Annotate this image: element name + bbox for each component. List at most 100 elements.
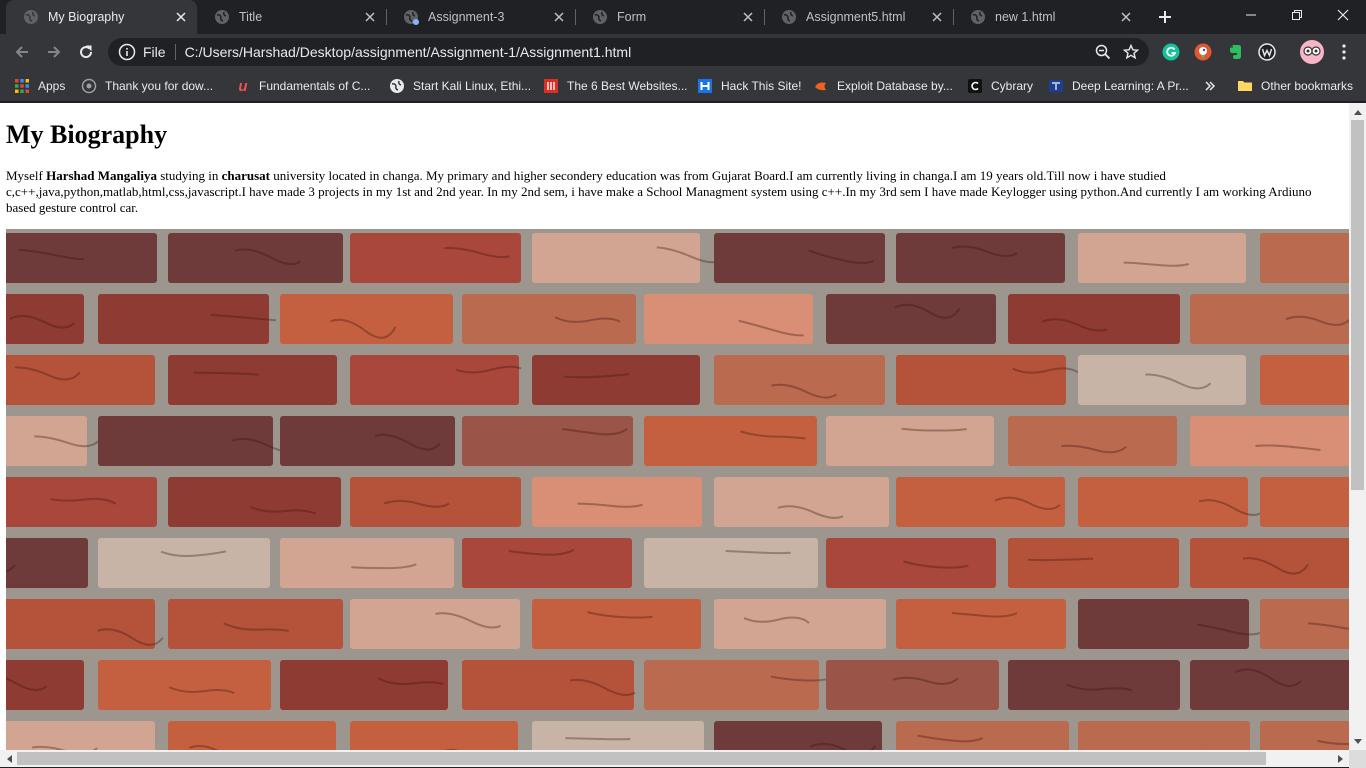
bookmark-other[interactable]: Other bookmarks <box>1237 75 1353 97</box>
brick <box>1260 233 1349 283</box>
reload-button[interactable] <box>72 38 100 66</box>
brick <box>462 416 633 466</box>
bookmark-apps[interactable]: Apps <box>14 75 65 97</box>
w-icon <box>1258 43 1276 61</box>
address-bar[interactable]: File C:/Users/Harshad/Desktop/assignment… <box>108 38 1149 66</box>
close-window-button[interactable] <box>1320 0 1366 30</box>
bookmark-best-websites[interactable]: The 6 Best Websites... <box>543 75 688 97</box>
bookmarks-overflow-button[interactable] <box>1204 75 1216 97</box>
tab-form[interactable]: Form <box>575 0 764 34</box>
close-tab-icon[interactable] <box>1118 9 1134 25</box>
minimize-button[interactable] <box>1228 0 1274 30</box>
brick <box>896 355 1066 405</box>
evernote-extension[interactable] <box>1225 42 1245 62</box>
tab-title: new 1.html <box>995 10 1056 24</box>
tab-new-1[interactable]: new 1.html <box>953 0 1142 34</box>
bookmark-cybrary[interactable]: Cybrary <box>967 75 1033 97</box>
brick <box>1078 233 1246 283</box>
brick <box>532 233 700 283</box>
bio-text: studying in <box>156 168 222 183</box>
brick <box>280 660 448 710</box>
brick <box>98 416 273 466</box>
bookmarks-bar: Apps Thank you for dow... u Fundamentals… <box>0 70 1366 102</box>
tab-title-page[interactable]: Title <box>197 0 386 34</box>
tab-assignment-3[interactable]: Assignment-3 <box>386 0 575 34</box>
page-title: My Biography <box>6 120 168 149</box>
arrow-right-icon <box>48 46 61 58</box>
arrow-left-icon <box>15 46 28 58</box>
close-tab-icon[interactable] <box>551 9 567 25</box>
bookmark-label: Hack This Site! <box>721 79 802 93</box>
apps-grid-icon <box>14 78 30 94</box>
plus-icon <box>1159 11 1171 23</box>
bookmark-label: Fundamentals of C... <box>259 79 371 93</box>
brick <box>1190 416 1349 466</box>
vertical-scroll-thumb[interactable] <box>1351 120 1364 490</box>
new-tab-button[interactable] <box>1151 3 1179 31</box>
brick <box>168 477 341 527</box>
bookmark-star-button[interactable] <box>1117 38 1145 66</box>
brick <box>644 416 817 466</box>
brick <box>1078 355 1246 405</box>
bookmark-fundamentals[interactable]: u Fundamentals of C... <box>235 75 370 97</box>
tab-title: Assignment-3 <box>428 10 505 24</box>
duckduckgo-extension[interactable] <box>1193 42 1213 62</box>
scroll-left-arrow[interactable] <box>0 750 17 767</box>
brick <box>532 477 702 527</box>
info-icon[interactable] <box>118 43 136 61</box>
restore-button[interactable] <box>1274 0 1320 30</box>
triangle-up-icon <box>1353 109 1362 115</box>
close-tab-icon[interactable] <box>929 9 945 25</box>
brick <box>826 294 996 344</box>
url-text[interactable]: C:/Users/Harshad/Desktop/assignment/Assi… <box>185 44 1089 60</box>
bookmark-deep-learning[interactable]: Deep Learning: A Pr... <box>1048 75 1189 97</box>
brick <box>350 599 520 649</box>
forward-button[interactable] <box>40 38 68 66</box>
bio-name: Harshad Mangaliya <box>46 168 157 183</box>
w-extension[interactable] <box>1257 42 1277 62</box>
restore-icon <box>1292 10 1302 20</box>
brick <box>350 233 521 283</box>
bookmark-exploit-db[interactable]: Exploit Database by... <box>813 75 953 97</box>
zoom-button[interactable] <box>1089 38 1117 66</box>
brick <box>1260 355 1349 405</box>
grammarly-extension[interactable] <box>1161 42 1181 62</box>
close-tab-icon[interactable] <box>173 9 189 25</box>
brick <box>532 721 704 750</box>
chevron-double-right-icon <box>1205 81 1216 91</box>
triangle-left-icon <box>6 754 12 763</box>
zoom-out-icon <box>1095 44 1111 60</box>
vertical-scrollbar[interactable] <box>1349 103 1366 750</box>
brick <box>6 721 155 750</box>
chrome-menu-button[interactable] <box>1334 42 1354 62</box>
toolbar: File C:/Users/Harshad/Desktop/assignment… <box>0 34 1366 70</box>
horizontal-scrollbar[interactable] <box>0 750 1349 767</box>
close-tab-icon[interactable] <box>362 9 378 25</box>
scroll-down-arrow[interactable] <box>1349 733 1366 750</box>
bookmark-kali[interactable]: Start Kali Linux, Ethi... <box>389 75 531 97</box>
scroll-up-arrow[interactable] <box>1349 103 1366 120</box>
brick <box>168 599 343 649</box>
bookmark-label: Thank you for dow... <box>105 79 214 93</box>
profile-avatar[interactable] <box>1300 40 1324 64</box>
brick <box>1260 477 1349 527</box>
globe-icon <box>389 78 405 94</box>
brick <box>6 599 155 649</box>
tab-title: Assignment5.html <box>806 10 906 24</box>
bookmark-label: Other bookmarks <box>1261 79 1354 93</box>
brick <box>714 355 885 405</box>
horizontal-scroll-thumb[interactable] <box>17 752 1266 765</box>
tab-my-biography[interactable]: My Biography <box>6 0 197 34</box>
brick <box>1078 721 1250 750</box>
tab-assignment5[interactable]: Assignment5.html <box>764 0 953 34</box>
bookmark-thank-you[interactable]: Thank you for dow... <box>81 75 213 97</box>
scroll-right-arrow[interactable] <box>1332 750 1349 767</box>
brick <box>168 355 337 405</box>
book-icon <box>1048 78 1064 94</box>
back-button[interactable] <box>8 38 36 66</box>
bookmark-hack-this-site[interactable]: Hack This Site! <box>697 75 801 97</box>
address-divider <box>174 44 176 60</box>
close-tab-icon[interactable] <box>740 9 756 25</box>
brick <box>168 233 343 283</box>
brick <box>98 294 269 344</box>
